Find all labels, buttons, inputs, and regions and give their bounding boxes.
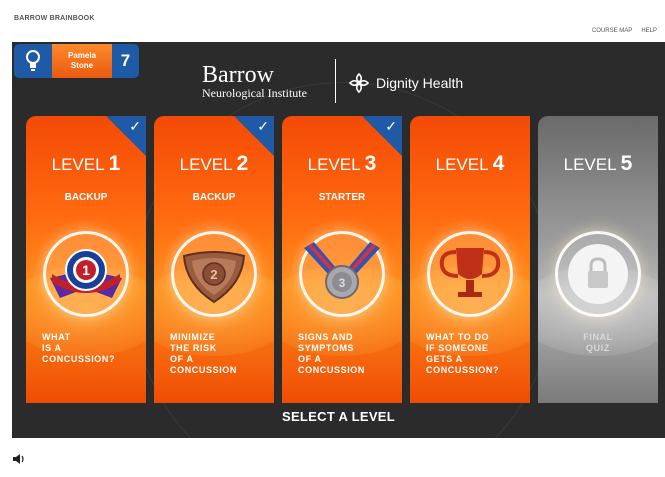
svg-text:3: 3 (339, 276, 346, 290)
topic-line: GETS A (426, 354, 463, 364)
topic-line: CONCUSSION? (42, 354, 116, 364)
topic-line: IF SOMEONE (426, 343, 489, 353)
topic-line: MINIMIZE (170, 332, 216, 342)
dignity-health-emblem-icon (348, 72, 370, 94)
blue-ribbon-medal-icon: 1 (46, 234, 126, 314)
top-bar: BARROW BRAINBOOK COURSE MAP HELP (0, 0, 665, 42)
help-link[interactable]: HELP (641, 28, 657, 34)
user-last-name: Stone (70, 61, 94, 70)
level-prefix: LEVEL (307, 155, 360, 174)
level-title: LEVEL 5 (538, 152, 658, 176)
level-topic: FINAL QUIZ (538, 332, 658, 354)
level-topic: SIGNS AND SYMPTOMS OF A CONCUSSION (298, 332, 398, 376)
topic-line: CONCUSSION (298, 365, 366, 375)
svg-text:1: 1 (82, 262, 90, 278)
level-cards: ✓ LEVEL 1 BACKUP 1 WHAT IS A CONCUSSION? (26, 116, 665, 403)
barrow-name: Barrow (202, 62, 274, 88)
level-prefix: LEVEL (435, 155, 488, 174)
topic-line: SYMPTOMS (298, 343, 355, 353)
level-prefix: LEVEL (51, 155, 104, 174)
points-count: 7 (112, 44, 139, 78)
checkmark-icon: ✓ (257, 118, 269, 134)
level-number: 4 (492, 152, 505, 175)
level-topic: MINIMIZE THE RISK OF A CONCUSSION (170, 332, 270, 376)
topic-line: OF A (170, 354, 194, 364)
topic-line: FINAL (583, 332, 613, 342)
select-level-label: SELECT A LEVEL (281, 409, 396, 424)
level-select-stage: Pamela Stone 7 Barrow Neurological Insti… (12, 42, 665, 438)
checkmark-icon: ✓ (129, 118, 141, 134)
level-prefix: LEVEL (179, 155, 232, 174)
topic-line: SIGNS AND (298, 332, 354, 342)
level-number: 5 (620, 152, 633, 175)
app-title: BARROW BRAINBOOK (14, 15, 95, 22)
speaker-icon[interactable] (12, 452, 26, 464)
top-nav: COURSE MAP HELP (592, 28, 657, 34)
bronze-shield-medal-icon: 2 (174, 234, 254, 314)
dignity-health-name: Dignity Health (376, 75, 464, 91)
dignity-health-logo: Dignity Health (348, 72, 463, 94)
level-prefix: LEVEL (563, 155, 616, 174)
course-map-link[interactable]: COURSE MAP (592, 28, 632, 34)
silver-medal-icon: 3 (302, 234, 382, 314)
topic-line: OF A (298, 354, 322, 364)
topic-line: THE RISK (170, 343, 217, 353)
topic-line: CONCUSSION (170, 365, 238, 375)
lightbulb-icon (14, 44, 52, 78)
level-status: BACKUP (192, 192, 236, 203)
topic-line: IS A (42, 343, 62, 353)
level-card-5[interactable]: LEVEL 5 FINAL QUIZ (538, 116, 658, 403)
checkmark-icon: ✓ (385, 118, 397, 134)
topic-line: QUIZ (586, 343, 610, 353)
logo-divider (335, 59, 336, 103)
level-status: STARTER (318, 192, 366, 203)
topic-line: CONCUSSION? (426, 365, 500, 375)
topic-line: WHAT (42, 332, 71, 342)
barrow-subtitle: Neurological Institute (202, 86, 307, 100)
level-topic: WHAT TO DO IF SOMEONE GETS A CONCUSSION? (426, 332, 526, 376)
user-badge[interactable]: Pamela Stone 7 (14, 44, 139, 78)
level-title: LEVEL 4 (410, 152, 530, 176)
user-name: Pamela Stone (52, 44, 112, 78)
user-first-name: Pamela (67, 51, 97, 60)
lock-icon (558, 234, 638, 314)
level-card-1[interactable]: ✓ LEVEL 1 BACKUP 1 WHAT IS A CONCUSSION? (26, 116, 146, 403)
trophy-icon (430, 234, 510, 314)
level-topic: WHAT IS A CONCUSSION? (42, 332, 142, 365)
svg-text:2: 2 (210, 267, 217, 282)
level-card-4[interactable]: LEVEL 4 WHAT TO DO IF SOMEONE GETS A CON… (410, 116, 530, 403)
level-status: BACKUP (64, 192, 108, 203)
level-card-2[interactable]: ✓ LEVEL 2 BACKUP 2 MINIMIZE THE RISK OF … (154, 116, 274, 403)
barrow-logo: Barrow Neurological Institute (202, 62, 307, 100)
topic-line: WHAT TO DO (426, 332, 490, 342)
level-card-3[interactable]: ✓ LEVEL 3 STARTER 3 SIGNS AND SYMPTOMS O… (282, 116, 402, 403)
